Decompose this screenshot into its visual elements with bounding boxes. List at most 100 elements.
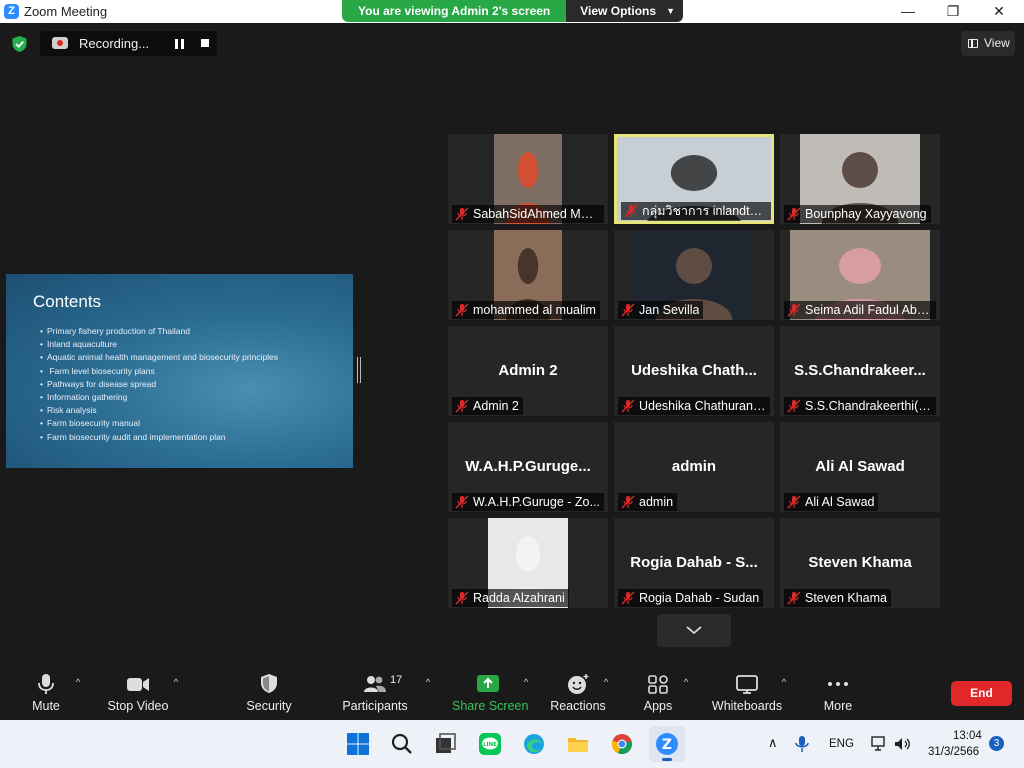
muted-microphone-icon	[455, 495, 469, 509]
end-meeting-button[interactable]: End	[951, 681, 1012, 706]
participant-nameplate: SabahSidAhmed Moh...	[452, 205, 604, 223]
recording-label: Recording...	[79, 36, 150, 51]
participant-tile[interactable]: admin admin	[614, 422, 774, 512]
participant-display-name: W.A.H.P.Guruge...	[465, 458, 591, 475]
participant-name: Jan Sevilla	[639, 303, 700, 317]
active-app-indicator	[662, 758, 672, 761]
participant-tile[interactable]: กลุ่มวิชาการ inlandtechs	[614, 134, 774, 224]
participant-tile[interactable]: Udeshika Chath... Udeshika Chathurani(...	[614, 326, 774, 416]
video-options-caret[interactable]: ^	[170, 676, 182, 688]
muted-microphone-icon	[624, 204, 638, 218]
chrome-browser-icon[interactable]	[610, 732, 634, 756]
participant-tile[interactable]: Admin 2 Admin 2	[448, 326, 608, 416]
audio-options-caret[interactable]: ^	[72, 676, 84, 688]
participant-tile[interactable]: Rogia Dahab - S... Rogia Dahab - Sudan	[614, 518, 774, 608]
participant-nameplate: Rogia Dahab - Sudan	[618, 589, 764, 607]
line-app-icon[interactable]: LINE	[478, 732, 502, 756]
participant-display-name: Rogia Dahab - S...	[630, 554, 758, 571]
reactions-options-caret[interactable]: ^	[600, 676, 612, 688]
participant-count-badge: 17	[390, 674, 403, 686]
gallery-next-page-button[interactable]	[657, 614, 731, 647]
participant-nameplate: Udeshika Chathurani(...	[618, 397, 770, 415]
participants-icon	[364, 676, 386, 692]
encryption-shield-icon[interactable]	[11, 35, 28, 53]
task-view-icon[interactable]	[434, 732, 458, 756]
smiley-face-icon	[568, 674, 589, 694]
share-screen-button[interactable]: Share Screen	[452, 664, 528, 720]
participant-nameplate: Jan Sevilla	[618, 301, 704, 319]
reactions-button[interactable]: Reactions	[548, 664, 608, 720]
stop-recording-button[interactable]	[201, 39, 209, 47]
participant-nameplate: Steven Khama	[784, 589, 891, 607]
zoom-app-icon: Z	[656, 733, 678, 755]
clock-date[interactable]: 31/3/2566	[928, 746, 979, 758]
clock-time[interactable]: 13:04	[953, 730, 982, 742]
stop-video-button[interactable]: Stop Video	[104, 664, 172, 720]
more-button[interactable]: More	[814, 664, 862, 720]
participants-button[interactable]: 17 Participants	[340, 664, 410, 720]
view-button-label: View	[984, 36, 1010, 50]
more-label: More	[823, 699, 853, 713]
input-language-indicator[interactable]: ENG	[829, 738, 854, 750]
close-button[interactable]: ✕	[976, 0, 1022, 23]
participant-tile[interactable]: Jan Sevilla	[614, 230, 774, 320]
share-options-caret[interactable]: ^	[520, 676, 532, 688]
pause-recording-button[interactable]	[175, 39, 185, 49]
mute-button[interactable]: Mute	[16, 664, 76, 720]
network-icon[interactable]	[870, 735, 888, 753]
svg-text:Z: Z	[662, 737, 672, 753]
participant-tile[interactable]: Steven Khama Steven Khama	[780, 518, 940, 608]
search-icon[interactable]	[390, 732, 414, 756]
participant-tile[interactable]: SabahSidAhmed Moh...	[448, 134, 608, 224]
participant-name: Rogia Dahab - Sudan	[639, 591, 760, 605]
system-tray-chevron-icon[interactable]: ∧	[768, 735, 778, 751]
apps-options-caret[interactable]: ^	[680, 676, 692, 688]
windows-taskbar: LINE Z ∧ ENG 13:04 31/3/2566	[0, 720, 1024, 768]
participant-name: กลุ่มวิชาการ inlandtechs	[642, 204, 769, 218]
participant-tile[interactable]: Radda Alzahrani	[448, 518, 608, 608]
participant-name: Ali Al Sawad	[805, 495, 875, 509]
participant-display-name: admin	[671, 458, 717, 475]
participant-tile[interactable]: S.S.Chandrakeer... S.S.Chandrakeerthi(Sr.…	[780, 326, 940, 416]
microphone-tray-icon[interactable]	[793, 735, 811, 753]
apps-label: Apps	[643, 699, 673, 713]
participant-nameplate: W.A.H.P.Guruge - Zo...	[452, 493, 604, 511]
participant-nameplate: Admin 2	[452, 397, 523, 415]
participant-display-name: Admin 2	[498, 362, 558, 379]
participant-name: Admin 2	[473, 399, 519, 413]
minimize-button[interactable]: —	[885, 0, 931, 23]
participant-nameplate: Radda Alzahrani	[452, 589, 569, 607]
windows-start-icon[interactable]	[346, 732, 370, 756]
participant-tile[interactable]: Seima Adil Fadul Abd...	[780, 230, 940, 320]
participant-name: Steven Khama	[805, 591, 887, 605]
view-button[interactable]: View	[961, 31, 1015, 56]
participants-options-caret[interactable]: ^	[422, 676, 434, 688]
whiteboards-options-caret[interactable]: ^	[778, 676, 790, 688]
participant-tile[interactable]: W.A.H.P.Guruge... W.A.H.P.Guruge - Zo...	[448, 422, 608, 512]
volume-icon[interactable]	[893, 735, 911, 753]
apps-button[interactable]: Apps	[634, 664, 682, 720]
split-view-handle[interactable]	[357, 357, 361, 383]
whiteboards-button[interactable]: Whiteboards	[710, 664, 784, 720]
edge-browser-icon[interactable]	[522, 732, 546, 756]
participant-name: mohammed al mualim	[473, 303, 596, 317]
file-explorer-icon[interactable]	[566, 732, 590, 756]
security-button[interactable]: Security	[238, 664, 300, 720]
notification-badge[interactable]: 3	[989, 736, 1004, 751]
participant-nameplate: Ali Al Sawad	[784, 493, 879, 511]
list-item: Farm biosecurity audit and implementatio…	[40, 431, 278, 444]
participant-tile[interactable]: Ali Al Sawad Ali Al Sawad	[780, 422, 940, 512]
view-options-button[interactable]: View Options ▼	[566, 0, 683, 22]
muted-microphone-icon	[455, 591, 469, 605]
viewing-banner: You are viewing Admin 2's screen View Op…	[342, 0, 683, 22]
participant-tile[interactable]: Bounphay Xayyavong	[780, 134, 940, 224]
muted-microphone-icon	[621, 303, 635, 317]
participant-tile[interactable]: mohammed al mualim	[448, 230, 608, 320]
list-item: Primary fishery production of Thailand	[40, 325, 278, 338]
zoom-taskbar-button[interactable]: Z	[649, 726, 685, 762]
window-title: Zoom Meeting	[24, 4, 108, 19]
maximize-button[interactable]: ❐	[930, 0, 976, 23]
recording-bar: Recording...	[40, 31, 217, 56]
list-item: Information gathering	[40, 391, 278, 404]
chevron-down-icon: ▼	[666, 6, 675, 16]
